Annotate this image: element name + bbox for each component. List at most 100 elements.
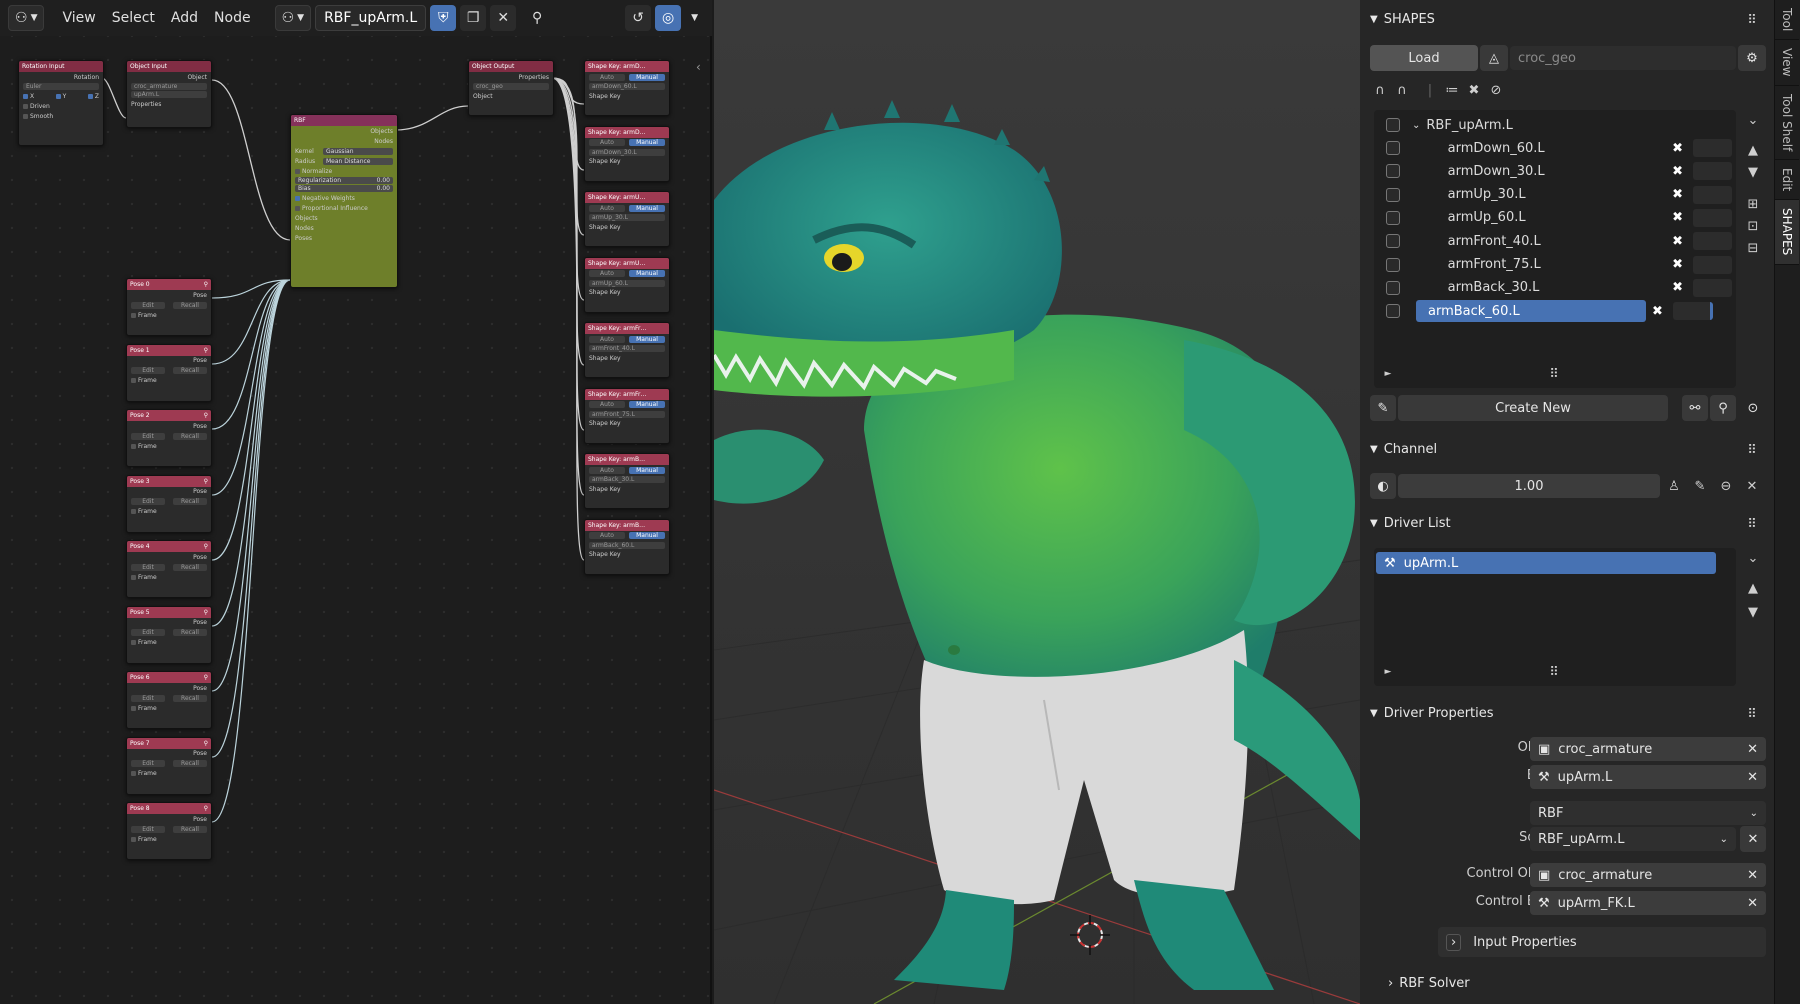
recall-button[interactable]: Recall [173, 694, 207, 702]
shape-key-node[interactable]: Shape Key: armB… Auto Manual armBack_60.L… [584, 518, 670, 575]
bone-cross-icon[interactable]: ✖ [1672, 141, 1683, 156]
frame-checkbox[interactable]: Frame [127, 507, 211, 517]
recall-button[interactable]: Recall [173, 563, 207, 571]
shape-list-item[interactable]: armUp_60.L ✖ [1376, 207, 1732, 229]
pose-node[interactable]: Pose 2 ⚲ Pose Edit Recall Frame [126, 409, 212, 467]
move-down-icon[interactable]: ▼ [1743, 162, 1763, 182]
shape-list-item[interactable]: armDown_60.L ✖ [1376, 137, 1732, 159]
overlay-icon[interactable]: ◎ [655, 5, 682, 31]
normalize-checkbox[interactable]: Normalize [291, 166, 397, 176]
proportional-influence-checkbox[interactable]: Proportional Influence [291, 203, 397, 213]
axis-z[interactable]: Z [95, 93, 99, 100]
edit-button[interactable]: Edit [131, 825, 165, 833]
object-field[interactable]: croc_geo [473, 83, 549, 90]
shape-list-item[interactable]: armBack_60.L ✖ [1376, 300, 1732, 323]
move-up-icon[interactable]: ▲ [1743, 140, 1763, 160]
drag-handle-icon[interactable]: ⠿ [1742, 440, 1762, 460]
edit-button[interactable]: Edit [131, 629, 165, 636]
bone-cross-icon[interactable]: ✖ [1672, 187, 1683, 202]
pose-node[interactable]: Pose 1 ⚲ Pose Edit Recall Frame [126, 343, 212, 402]
frame-checkbox[interactable]: Frame [127, 441, 211, 451]
fake-user-shield-icon[interactable]: ⛨ [430, 5, 457, 31]
value-slot[interactable] [1693, 255, 1732, 274]
rbf-solver-subpanel[interactable]: › RBF Solver [1388, 976, 1470, 991]
expand-arrow-icon[interactable]: ► [1378, 364, 1398, 384]
shape-key-field[interactable]: armUp_60.L [589, 279, 665, 287]
driver-properties-section-header[interactable]: ▼ Driver Properties [1370, 706, 1494, 721]
node-link-icon[interactable]: ⚯ [1682, 395, 1708, 421]
radius-dropdown[interactable]: Mean Distance [323, 157, 393, 165]
pose-node[interactable]: Pose 8 ⚲ Pose Edit Recall Frame [126, 802, 212, 860]
drag-handle-icon[interactable]: ⠿ [1742, 704, 1762, 724]
auto-button[interactable]: Auto [589, 139, 625, 146]
tab-tool-shelf[interactable]: Tool Shelf [1775, 86, 1799, 161]
channel-section-header[interactable]: ▼ Channel [1370, 442, 1437, 457]
edit-button[interactable]: Edit [131, 301, 165, 309]
bone-add-icon[interactable]: ⚲ [1710, 395, 1736, 421]
manual-button[interactable]: Manual [629, 401, 665, 408]
list-menu-chevron-icon[interactable]: ⌄ [1743, 548, 1763, 568]
value-slot[interactable] [1693, 232, 1732, 251]
resize-handle-icon[interactable]: ⠿ [1544, 364, 1564, 384]
shape-key-node[interactable]: Shape Key: armU… Auto Manual armUp_60.L S… [584, 256, 670, 313]
value-slot[interactable] [1693, 162, 1732, 181]
value-slot[interactable] [1693, 139, 1732, 157]
geometry-field[interactable]: croc_geo [1510, 46, 1736, 70]
auto-button[interactable]: Auto [589, 73, 625, 81]
driver-list-section-header[interactable]: ▼ Driver List [1370, 516, 1451, 531]
pencil-icon[interactable]: ✎ [1690, 476, 1710, 496]
value-slot[interactable] [1693, 208, 1732, 227]
sort-icon[interactable]: ≔ [1442, 80, 1462, 100]
auto-button[interactable]: Auto [589, 401, 625, 408]
object-field[interactable]: croc_armature [131, 83, 207, 90]
duplicate-icon[interactable]: ❐ [460, 5, 487, 31]
shape-list-item[interactable]: armFront_40.L ✖ [1376, 230, 1732, 252]
channel-icon[interactable]: ◐ [1370, 473, 1396, 499]
redo-icon[interactable]: ∩ [1392, 80, 1412, 100]
chevron-down-icon[interactable]: ▼ [685, 5, 704, 31]
input-properties-subpanel[interactable]: › Input Properties [1438, 927, 1766, 957]
recall-button[interactable]: Recall [173, 498, 207, 505]
frame-checkbox[interactable]: Frame [127, 638, 211, 648]
shape-list-item[interactable]: armDown_30.L ✖ [1376, 160, 1732, 182]
control-object-field[interactable]: ▣ croc_armature ✕ [1530, 863, 1766, 887]
pose-node[interactable]: Pose 3 ⚲ Pose Edit Recall Frame [126, 474, 212, 533]
value-slot[interactable] [1672, 302, 1713, 321]
solver-dropdown[interactable]: RBF_upArm.L ⌄ [1530, 827, 1736, 851]
drag-handle-icon[interactable]: ⠿ [1742, 514, 1762, 534]
mesh-icon[interactable]: ◬ [1480, 45, 1508, 71]
frame-checkbox[interactable]: Frame [127, 834, 211, 844]
bone-field[interactable]: upArm.L [131, 91, 207, 98]
recall-button[interactable]: Recall [173, 432, 207, 440]
manual-button[interactable]: Manual [629, 532, 665, 539]
rotation-input-node[interactable]: Rotation Input Rotation Euler X Y Z Driven… [18, 60, 104, 146]
auto-button[interactable]: Auto [589, 466, 625, 474]
list-menu-chevron-icon[interactable]: ⌄ [1743, 110, 1763, 130]
recall-button[interactable]: Recall [173, 301, 207, 309]
close-icon[interactable]: ✕ [1740, 826, 1766, 852]
shape-key-field[interactable]: armFront_40.L [589, 345, 665, 352]
axis-x[interactable]: X [30, 93, 34, 100]
edit-button[interactable]: Edit [131, 367, 165, 374]
shape-list-item[interactable]: armBack_30.L ✖ [1376, 277, 1732, 299]
pose-node[interactable]: Pose 4 ⚲ Pose Edit Recall Frame [126, 540, 212, 598]
3d-viewport[interactable] [714, 0, 1360, 1004]
tab-shapes[interactable]: SHAPES [1775, 200, 1799, 265]
smooth-checkbox[interactable]: Smooth [19, 111, 103, 121]
undo-icon[interactable]: ∩ [1370, 80, 1390, 100]
bone-cross-icon[interactable]: ✖ [1672, 234, 1683, 249]
pose-node[interactable]: Pose 6 ⚲ Pose Edit Recall Frame [126, 671, 212, 729]
value-slot[interactable] [1693, 185, 1732, 204]
bone-cross-icon[interactable]: ✖ [1672, 257, 1683, 272]
bone-cross-icon[interactable]: ✖ [1672, 280, 1683, 295]
rbf-node[interactable]: RBF Objects Nodes Kernel Gaussian Radius M… [290, 114, 398, 288]
shape-key-node[interactable]: Shape Key: armFr… Auto Manual armFront_75… [584, 387, 670, 444]
manual-button[interactable]: Manual [629, 335, 665, 343]
bias-field[interactable]: Bias 0.00 [295, 185, 393, 192]
regularization-field[interactable]: Regularization 0.00 [295, 177, 393, 184]
shape-list-item[interactable]: armFront_75.L ✖ [1376, 254, 1732, 276]
drag-handle-icon[interactable]: ⠿ [1742, 10, 1762, 30]
manual-button[interactable]: Manual [629, 204, 665, 212]
bone-cross-icon[interactable]: ✖ [1672, 164, 1683, 179]
add-folder-icon[interactable]: ⊞ [1743, 194, 1763, 214]
